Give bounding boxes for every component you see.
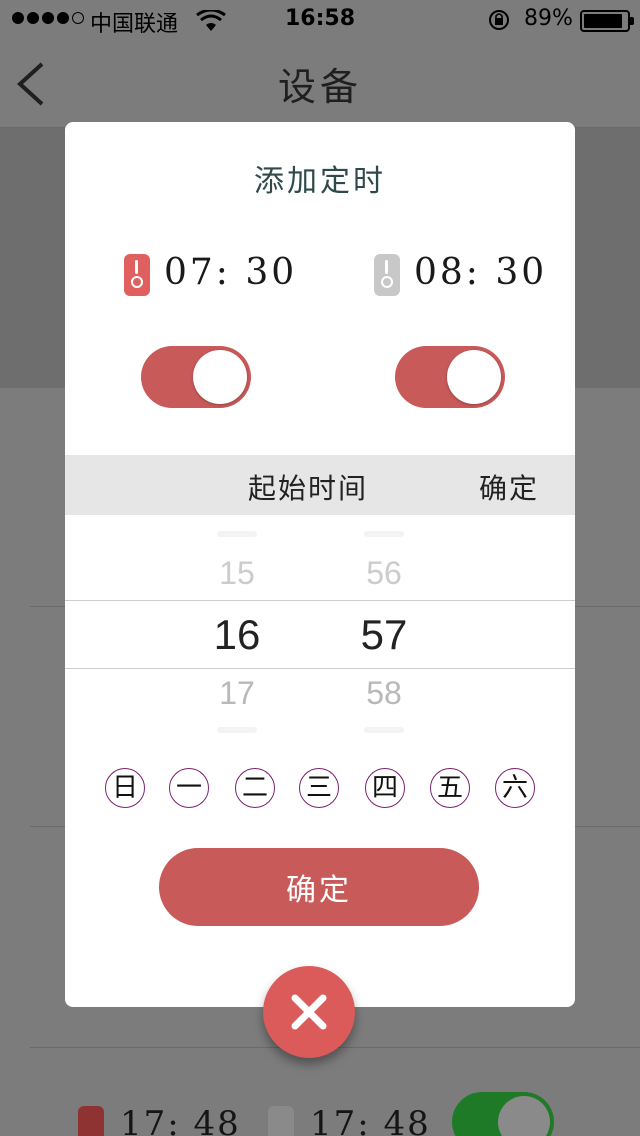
- start-time-value: 07: 30: [164, 252, 298, 293]
- thermometer-gray-icon: [374, 254, 400, 296]
- picker-fade: [364, 727, 404, 733]
- end-time-value: 08: 30: [414, 252, 548, 293]
- start-time-switch[interactable]: [141, 346, 251, 408]
- hour-prev[interactable]: 15: [187, 555, 287, 592]
- picker-fade: [364, 531, 404, 537]
- day-sunday[interactable]: 日: [105, 768, 145, 808]
- status-bar: 中国联通 16:58 89%: [0, 0, 640, 40]
- time-picker[interactable]: 15 56 16 57 17 58: [65, 515, 575, 740]
- rotation-lock-icon: [489, 10, 509, 30]
- minute-prev[interactable]: 56: [334, 555, 434, 592]
- day-monday[interactable]: 一: [169, 768, 209, 808]
- battery-percentage: 89%: [524, 6, 573, 31]
- picker-fade: [217, 727, 257, 733]
- page-title: 设备: [277, 65, 362, 109]
- picker-selection-line: [65, 668, 575, 669]
- thermometer-icon: [268, 1106, 294, 1136]
- minute-current[interactable]: 57: [334, 611, 434, 659]
- picker-confirm-button[interactable]: 确定: [479, 467, 539, 507]
- day-saturday[interactable]: 六: [495, 768, 535, 808]
- thermometer-icon: [78, 1106, 104, 1136]
- picker-selection-line: [65, 600, 575, 601]
- hour-next[interactable]: 17: [187, 675, 287, 712]
- close-icon: [291, 994, 327, 1030]
- weekday-selector: 日 一 二 三 四 五 六: [105, 768, 545, 810]
- day-wednesday[interactable]: 三: [299, 768, 339, 808]
- close-button[interactable]: [263, 966, 355, 1058]
- day-tuesday[interactable]: 二: [235, 768, 275, 808]
- day-thursday[interactable]: 四: [365, 768, 405, 808]
- picker-label: 起始时间: [248, 472, 369, 505]
- add-timer-dialog: 添加定时 07: 30 08: 30 起始时间 确定 15 56 16 57 1…: [65, 122, 575, 1007]
- battery-icon: [580, 10, 634, 32]
- end-time-switch[interactable]: [395, 346, 505, 408]
- timer-end-time: 17: 48: [310, 1104, 431, 1136]
- dialog-title: 添加定时: [254, 164, 386, 199]
- day-friday[interactable]: 五: [430, 768, 470, 808]
- confirm-button[interactable]: 确定: [159, 848, 479, 926]
- thermometer-red-icon: [124, 254, 150, 296]
- timer-list-item[interactable]: 17: 48 17: 48: [78, 1092, 640, 1136]
- timer-toggle[interactable]: [452, 1092, 554, 1136]
- nav-bar: 设备: [0, 40, 640, 128]
- timer-start-time: 17: 48: [120, 1104, 241, 1136]
- picker-fade: [217, 531, 257, 537]
- hour-current[interactable]: 16: [187, 611, 287, 659]
- minute-next[interactable]: 58: [334, 675, 434, 712]
- picker-header: 起始时间 确定: [65, 455, 575, 515]
